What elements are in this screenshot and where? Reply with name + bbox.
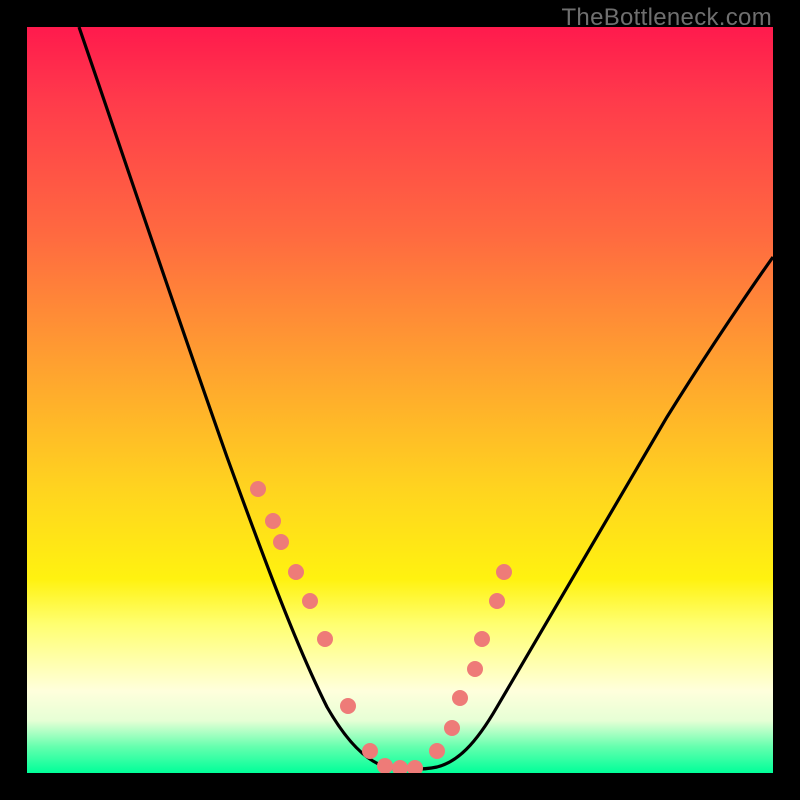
marker-group [250, 481, 512, 773]
marker-point [302, 593, 318, 609]
watermark-text: TheBottleneck.com [561, 4, 772, 32]
marker-point [377, 758, 393, 773]
marker-point [452, 690, 468, 706]
marker-point [317, 631, 333, 647]
chart-stage: TheBottleneck.com [0, 0, 800, 800]
marker-point [474, 631, 490, 647]
marker-point [392, 760, 408, 773]
marker-point [444, 720, 460, 736]
marker-point [362, 743, 378, 759]
plot-area [27, 27, 773, 773]
marker-point [265, 513, 281, 529]
marker-point [288, 564, 304, 580]
marker-point [273, 534, 289, 550]
curve-layer [27, 27, 773, 773]
marker-point [407, 760, 423, 773]
marker-point [340, 698, 356, 714]
marker-point [496, 564, 512, 580]
marker-point [429, 743, 445, 759]
marker-point [489, 593, 505, 609]
bottleneck-curve [79, 27, 773, 769]
marker-point [467, 661, 483, 677]
marker-point [250, 481, 266, 497]
